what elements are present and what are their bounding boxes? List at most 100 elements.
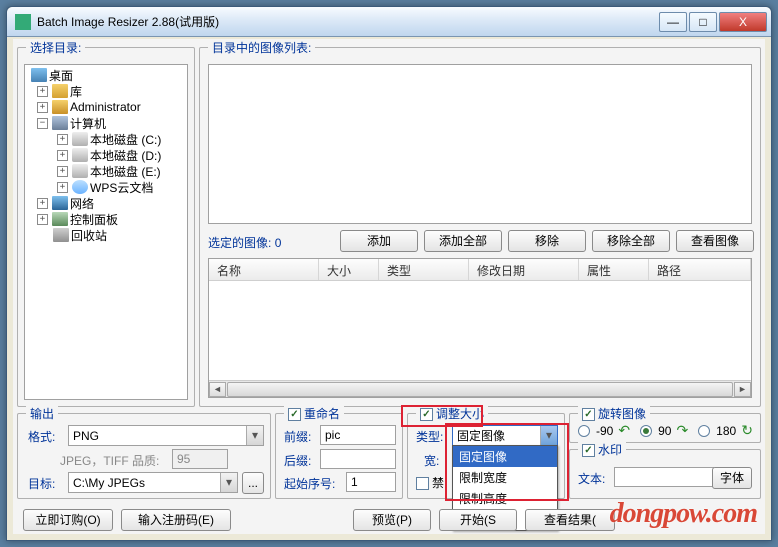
tree-node-libraries[interactable]: +库 — [25, 83, 187, 99]
tree-node-drive-d[interactable]: +本地磁盘 (D:) — [25, 147, 187, 163]
resize-option[interactable]: 限制高度 — [453, 488, 557, 509]
rename-check-label[interactable]: 重命名 — [284, 405, 344, 422]
computer-icon — [52, 116, 68, 130]
suffix-input[interactable] — [320, 449, 396, 469]
tree-node-control-panel[interactable]: +控制面板 — [25, 211, 187, 227]
tree-node-wps[interactable]: +WPS云文档 — [25, 179, 187, 195]
scroll-right-icon[interactable]: ► — [734, 382, 751, 397]
resize-check-label[interactable]: 调整大小 — [416, 405, 488, 422]
font-button[interactable]: 字体 — [712, 467, 752, 489]
rename-group: 重命名 前缀: pic 后缀: 起始序号: 1 — [275, 413, 403, 499]
rotate-p90-radio[interactable] — [640, 425, 652, 437]
watermark-check-label[interactable]: 水印 — [578, 441, 626, 458]
wm-text-input[interactable] — [614, 467, 714, 487]
folder-tree[interactable]: 桌面 +库 +Administrator −计算机 +本地磁盘 (C:) +本地… — [24, 64, 188, 400]
cloud-icon — [72, 180, 88, 194]
resize-type-label: 类型: — [416, 428, 443, 445]
horizontal-scrollbar[interactable]: ◄ ► — [209, 380, 751, 397]
resize-group: 调整大小 类型: 固定图像▾ 宽: 禁 固定图像 限制宽度 限制高度 忽略比例 — [407, 413, 565, 499]
watermark-group: 水印 文本: 字体 — [569, 449, 761, 499]
image-list-group: 目录中的图像列表: 选定的图像: 0 添加 添加全部 移除 移除全部 查看图像 … — [199, 47, 761, 407]
quality-label: JPEG，TIFF 品质: — [60, 452, 159, 469]
results-button[interactable]: 查看结果( — [525, 509, 615, 531]
folder-tree-label: 选择目录: — [26, 39, 85, 56]
drive-icon — [72, 132, 88, 146]
app-window: Batch Image Resizer 2.88(试用版) — □ X 选择目录… — [6, 6, 772, 541]
browse-button[interactable]: ... — [242, 472, 264, 494]
restrict-checkbox[interactable] — [416, 477, 429, 490]
chevron-down-icon: ▾ — [540, 426, 557, 445]
col-date[interactable]: 修改日期 — [469, 259, 579, 280]
col-attr[interactable]: 属性 — [579, 259, 649, 280]
drive-icon — [72, 164, 88, 178]
prefix-label: 前缀: — [284, 428, 311, 445]
resize-option[interactable]: 限制宽度 — [453, 467, 557, 488]
preview-button[interactable]: 预览(P) — [353, 509, 431, 531]
tree-node-drive-c[interactable]: +本地磁盘 (C:) — [25, 131, 187, 147]
start-button[interactable]: 开始(S — [439, 509, 517, 531]
add-all-button[interactable]: 添加全部 — [424, 230, 502, 252]
rotate-check-label[interactable]: 旋转图像 — [578, 405, 650, 422]
col-size[interactable]: 大小 — [319, 259, 379, 280]
resize-option[interactable]: 固定图像 — [453, 446, 557, 467]
add-button[interactable]: 添加 — [340, 230, 418, 252]
watermark-text: dongpow.com — [610, 498, 757, 530]
order-button[interactable]: 立即订购(O) — [23, 509, 113, 531]
resize-width-label: 宽: — [424, 452, 439, 469]
tree-node-desktop[interactable]: 桌面 — [25, 67, 187, 83]
desktop-icon — [31, 68, 47, 82]
tree-node-recycle[interactable]: 回收站 — [25, 227, 187, 243]
table-header: 名称 大小 类型 修改日期 属性 路径 — [209, 259, 751, 281]
expand-icon[interactable]: + — [37, 86, 48, 97]
wm-text-label: 文本: — [578, 470, 605, 487]
format-combo[interactable]: PNG▾ — [68, 425, 264, 446]
scroll-thumb[interactable] — [227, 382, 733, 397]
format-label: 格式: — [28, 428, 55, 445]
prefix-input[interactable]: pic — [320, 425, 396, 445]
col-type[interactable]: 类型 — [379, 259, 469, 280]
resize-checkbox[interactable] — [420, 408, 433, 421]
rotate-ccw-icon: ↶ — [618, 422, 630, 439]
title-bar[interactable]: Batch Image Resizer 2.88(试用版) — □ X — [7, 7, 771, 37]
remove-button[interactable]: 移除 — [508, 230, 586, 252]
seq-label: 起始序号: — [284, 475, 335, 492]
view-image-button[interactable]: 查看图像 — [676, 230, 754, 252]
output-label: 输出 — [26, 405, 58, 422]
resize-type-combo[interactable]: 固定图像▾ — [452, 425, 558, 446]
directory-images-list[interactable] — [208, 64, 752, 224]
control-panel-icon — [52, 212, 68, 226]
image-list-label: 目录中的图像列表: — [208, 39, 315, 56]
target-label: 目标: — [28, 475, 55, 492]
seq-input[interactable]: 1 — [346, 472, 396, 492]
scroll-left-icon[interactable]: ◄ — [209, 382, 226, 397]
window-title: Batch Image Resizer 2.88(试用版) — [37, 13, 659, 30]
col-path[interactable]: 路径 — [649, 259, 751, 280]
watermark-checkbox[interactable] — [582, 444, 595, 457]
remove-all-button[interactable]: 移除全部 — [592, 230, 670, 252]
rename-checkbox[interactable] — [288, 408, 301, 421]
recycle-icon — [53, 228, 69, 242]
output-group: 输出 格式: PNG▾ JPEG，TIFF 品质: 95 目标: C:\My J… — [17, 413, 271, 499]
close-button[interactable]: X — [719, 12, 767, 32]
tree-node-network[interactable]: +网络 — [25, 195, 187, 211]
target-combo[interactable]: C:\My JPEGs▾ — [68, 472, 238, 493]
restrict-check[interactable]: 禁 — [416, 474, 444, 491]
rotate-p180-radio[interactable] — [698, 425, 710, 437]
selected-images-label: 选定的图像: 0 — [208, 234, 281, 251]
rotate-m90-radio[interactable] — [578, 425, 590, 437]
col-name[interactable]: 名称 — [209, 259, 319, 280]
network-icon — [52, 196, 68, 210]
maximize-button[interactable]: □ — [689, 12, 717, 32]
tree-node-drive-e[interactable]: +本地磁盘 (E:) — [25, 163, 187, 179]
rotate-180-icon: ↻ — [741, 422, 753, 439]
tree-node-admin[interactable]: +Administrator — [25, 99, 187, 115]
quality-input: 95 — [172, 449, 228, 469]
drive-icon — [72, 148, 88, 162]
rotate-checkbox[interactable] — [582, 408, 595, 421]
chevron-down-icon: ▾ — [220, 473, 237, 492]
register-button[interactable]: 输入注册码(E) — [121, 509, 231, 531]
minimize-button[interactable]: — — [659, 12, 687, 32]
client-area: 选择目录: 桌面 +库 +Administrator −计算机 +本地磁盘 (C… — [13, 39, 765, 534]
images-table[interactable]: 名称 大小 类型 修改日期 属性 路径 ◄ ► — [208, 258, 752, 398]
tree-node-computer[interactable]: −计算机 — [25, 115, 187, 131]
